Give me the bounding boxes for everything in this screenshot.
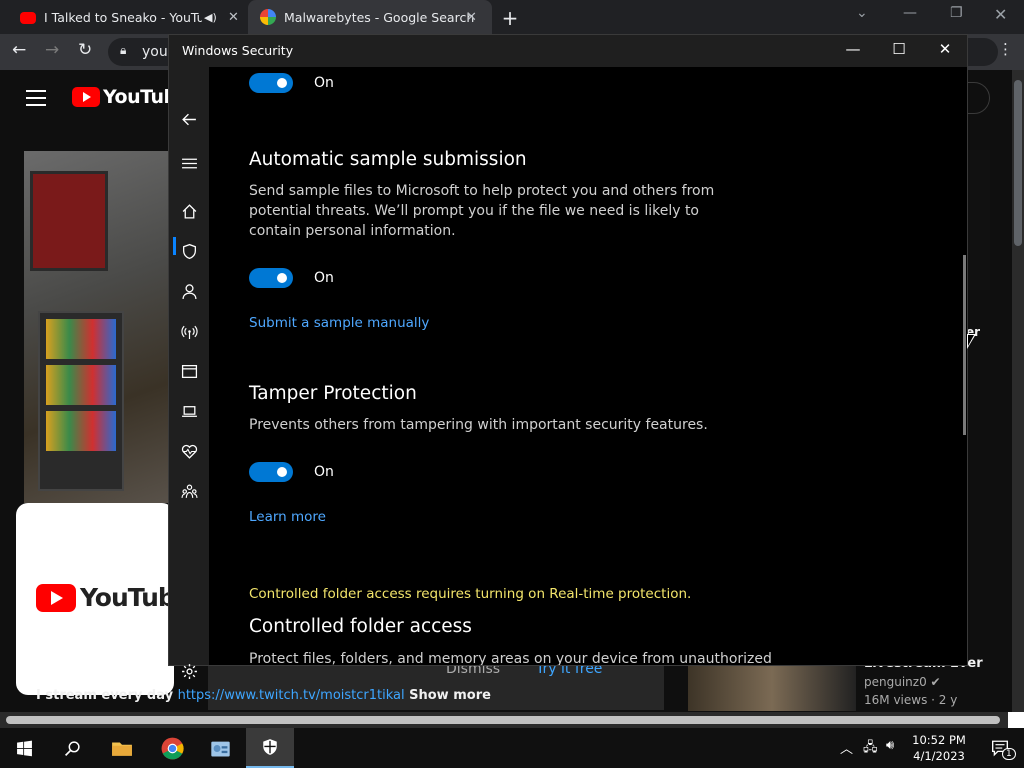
toggle-label: On xyxy=(314,270,334,286)
mouse-cursor xyxy=(967,334,976,349)
tab-title: I Talked to Sneako - YouTube xyxy=(44,9,202,25)
google-favicon-icon xyxy=(260,9,276,25)
search-icon[interactable] xyxy=(48,728,96,768)
submit-sample-link[interactable]: Submit a sample manually xyxy=(249,315,429,331)
clock[interactable]: 10:52 PM 4/1/2023 xyxy=(908,732,970,764)
wifi-antenna-icon[interactable] xyxy=(169,313,209,349)
clock-date: 4/1/2023 xyxy=(913,749,965,763)
video-description: I stream every day https://www.twitch.tv… xyxy=(36,688,491,703)
ad-card[interactable]: YouTubeT xyxy=(16,503,208,695)
shield-icon[interactable] xyxy=(169,233,209,269)
back-arrow-icon[interactable] xyxy=(169,101,209,137)
file-explorer-icon[interactable] xyxy=(98,728,146,768)
chrome-tab-malwarebytes[interactable]: Malwarebytes - Google Search ✕ xyxy=(248,0,492,34)
top-toggle-switch[interactable] xyxy=(249,73,293,93)
tab-close-icon[interactable]: ✕ xyxy=(228,10,239,25)
family-icon[interactable] xyxy=(169,473,209,509)
ws-scrollbar[interactable] xyxy=(963,255,966,435)
horizontal-scrollbar[interactable] xyxy=(0,712,1024,728)
ws-content: On Automatic sample submission Send samp… xyxy=(209,67,967,665)
laptop-icon[interactable] xyxy=(169,393,209,429)
network-icon[interactable]: 🖧︎ xyxy=(863,738,878,760)
twitch-link[interactable]: https://www.twitch.tv/moistcr1tikal xyxy=(178,688,405,703)
tamper-protection-heading: Tamper Protection xyxy=(249,383,417,404)
ws-titlebar[interactable]: Windows Security — ☐ ✕ xyxy=(169,35,967,67)
show-more-button[interactable]: Show more xyxy=(405,688,491,703)
learn-more-link[interactable]: Learn more xyxy=(249,509,326,525)
tamper-protection-toggle-row: On xyxy=(249,461,334,483)
settings-gear-icon[interactable] xyxy=(169,653,209,689)
tab-search-icon[interactable]: ⌄ xyxy=(856,5,868,21)
volume-icon[interactable]: 🔊︎ xyxy=(886,738,894,753)
realtime-toggle-row: On xyxy=(249,72,334,94)
notifications-icon[interactable]: 1 xyxy=(976,728,1024,768)
verified-icon: ✔ xyxy=(930,675,941,689)
lock-icon: 🔒︎ xyxy=(120,43,127,57)
start-windows-icon[interactable] xyxy=(0,728,48,768)
youtube-menu-icon[interactable] xyxy=(26,90,46,111)
sample-submission-heading: Automatic sample submission xyxy=(249,149,527,170)
related-video-thumbnail[interactable] xyxy=(688,665,856,711)
sample-submission-toggle[interactable] xyxy=(249,268,293,288)
video-frame-poster xyxy=(30,171,108,271)
chrome-menu-icon[interactable]: ⋮ xyxy=(998,40,1013,58)
heart-pulse-icon[interactable] xyxy=(169,433,209,469)
tab-close-icon[interactable]: ✕ xyxy=(466,10,477,25)
sample-submission-toggle-row: On xyxy=(249,267,334,289)
tamper-protection-toggle[interactable] xyxy=(249,462,293,482)
page-scrollbar[interactable] xyxy=(1012,70,1024,712)
browser-window-icon[interactable] xyxy=(169,353,209,389)
ws-maximize-icon[interactable]: ☐ xyxy=(889,40,909,58)
controlled-folder-description: Protect files, folders, and memory areas… xyxy=(249,651,772,665)
ws-minimize-icon[interactable]: — xyxy=(843,40,863,58)
clock-time: 10:52 PM xyxy=(912,733,966,747)
speaker-icon: ◀) xyxy=(204,10,217,24)
person-icon[interactable] xyxy=(169,273,209,309)
controlled-folder-heading: Controlled folder access xyxy=(249,616,472,637)
side-thumbnail[interactable] xyxy=(968,150,990,290)
controlled-folder-warning: Controlled folder access requires turnin… xyxy=(249,586,692,602)
ws-nav-sidebar xyxy=(169,67,209,679)
chrome-icon[interactable] xyxy=(148,728,196,768)
home-icon[interactable] xyxy=(169,193,209,229)
chrome-tab-youtube[interactable]: I Talked to Sneako - YouTube ◀) ✕ xyxy=(8,0,246,34)
reload-icon[interactable]: ↻ xyxy=(78,40,92,60)
new-tab-button[interactable]: + xyxy=(500,6,520,30)
related-video-age: · 2 y xyxy=(931,693,958,707)
youtube-favicon-icon xyxy=(20,11,36,24)
toggle-label: On xyxy=(314,464,334,480)
tab-title: Malwarebytes - Google Search xyxy=(284,9,474,25)
notification-count: 1 xyxy=(1002,748,1016,760)
windows-security-window: Windows Security — ☐ ✕ On Automatic samp… xyxy=(168,34,968,679)
control-panel-icon[interactable] xyxy=(196,728,244,768)
video-player[interactable] xyxy=(24,151,174,503)
hamburger-menu-icon[interactable] xyxy=(169,145,209,181)
back-icon[interactable]: ← xyxy=(12,40,26,60)
sample-submission-description: Send sample files to Microsoft to help p… xyxy=(249,183,715,239)
close-icon[interactable]: ✕ xyxy=(994,5,1007,24)
taskbar: ︿ 🖧︎ 🔊︎ 10:52 PM 4/1/2023 1 xyxy=(0,728,1024,768)
forward-icon[interactable]: → xyxy=(45,40,59,60)
chrome-tabstrip: I Talked to Sneako - YouTube ◀) ✕ Malwar… xyxy=(0,0,1024,34)
related-video-views: 16M views xyxy=(864,693,928,707)
related-video-channel: penguinz0 xyxy=(864,675,927,689)
toggle-label: On xyxy=(314,75,334,91)
ws-close-icon[interactable]: ✕ xyxy=(935,40,955,58)
minimize-icon[interactable]: — xyxy=(903,5,917,21)
tamper-protection-description: Prevents others from tampering with impo… xyxy=(249,417,708,433)
ws-title: Windows Security xyxy=(182,43,294,58)
windows-security-taskbar-icon[interactable] xyxy=(246,728,294,768)
restore-icon[interactable]: ❐ xyxy=(950,5,963,21)
show-hidden-icons-icon[interactable]: ︿ xyxy=(840,738,853,757)
video-frame-fridge xyxy=(38,311,124,491)
